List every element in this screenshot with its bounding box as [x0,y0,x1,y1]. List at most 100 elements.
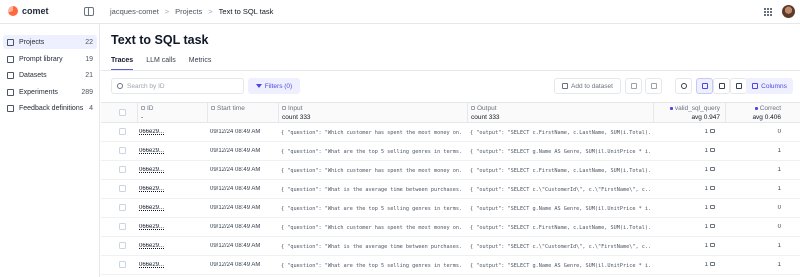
search-placeholder: Search by ID [127,82,165,90]
valid-sql-score-cell[interactable]: 1 [681,167,715,173]
valid-sql-score-cell[interactable]: 1 [681,205,715,211]
header-input-label: Input [288,105,303,112]
input-cell: { "question": "What is the average time … [281,187,463,193]
input-cell: { "question": "What are the top 5 sellin… [281,149,463,155]
tab-llm-calls[interactable]: LLM calls [146,57,176,70]
table-row[interactable]: 066e29... 09/12/24 08:49 AM { "question": … [101,199,800,218]
correct-score-cell: 1 [777,148,781,154]
valid-sql-score-cell[interactable]: 1 [681,243,715,249]
time-type-icon [211,106,215,111]
table-row[interactable]: 066e29... 09/12/24 08:49 AM { "question": … [101,180,800,199]
sidebar-item-count: 19 [85,55,93,63]
valid-sql-score-cell[interactable]: 1 [681,129,715,135]
sidebar-item-datasets[interactable]: Datasets 21 [3,68,97,82]
trace-id-link[interactable]: 066e29... [139,167,201,173]
add-to-dataset-button[interactable]: Add to dataset [554,78,621,94]
valid-sql-score-cell[interactable]: 1 [681,186,715,192]
feedback-comment-icon [710,243,715,248]
refresh-icon [680,83,687,89]
search-input[interactable]: Search by ID [111,78,244,94]
table-row[interactable]: 066e29... 09/12/24 08:49 AM { "question": … [101,161,800,180]
sidebar-item-feedback-definitions[interactable]: Feedback definitions 4 [3,101,97,115]
table-row[interactable]: 066e29... 09/12/24 08:49 AM { "question": … [101,237,800,256]
feedback-comment-icon [710,224,715,229]
trace-id-link[interactable]: 066e29... [139,148,201,154]
sidebar-item-label: Feedback definitions [19,104,84,112]
row-checkbox[interactable] [119,204,126,211]
trash-icon [650,83,657,89]
valid-sql-score-cell[interactable]: 1 [681,148,715,154]
header-correct-sub: avg 0.406 [752,114,781,121]
row-checkbox[interactable] [119,185,126,192]
sidebar-item-projects[interactable]: Projects 22 [3,35,97,49]
header-id-sub: - [141,114,144,121]
score-dot-icon [754,106,758,110]
valid-sql-score: 1 [704,224,708,230]
row-checkbox[interactable] [119,147,126,154]
filters-button[interactable]: Filters (0) [248,78,300,94]
sidebar: Projects 22 Prompt library 19 Datasets 2… [0,24,100,277]
start-time-cell: 09/12/24 08:49 AM [210,186,261,192]
delete-button[interactable] [645,78,662,94]
valid-sql-score: 1 [704,148,708,154]
row-checkbox[interactable] [119,128,126,135]
valid-sql-score-cell[interactable]: 1 [681,262,715,268]
start-time-cell: 09/12/24 08:49 AM [210,224,261,230]
trace-id-link[interactable]: 066e29... [139,243,201,249]
header-start-time[interactable]: Start time [211,105,245,112]
tabs: Traces LLM calls Metrics [111,57,211,70]
correct-score-cell: 0 [777,224,781,230]
sidebar-item-experiments[interactable]: Experiments 289 [3,85,97,99]
columns-button[interactable]: Columns [746,78,793,94]
valid-sql-score: 1 [704,129,708,135]
datasets-icon [7,71,14,79]
user-avatar[interactable] [782,5,795,18]
apps-grid-icon[interactable] [764,8,772,16]
search-icon [117,83,123,89]
trace-id-link[interactable]: 066e29... [139,224,201,230]
feedback-comment-icon [710,148,715,153]
header-id[interactable]: ID - [141,105,154,121]
table-row[interactable]: 066e29... 09/12/24 08:49 AM { "question": … [101,123,800,142]
table-row[interactable]: 066e29... 09/12/24 08:49 AM { "question": … [101,256,800,275]
valid-sql-score: 1 [704,186,708,192]
header-input[interactable]: Input count 333 [282,105,311,121]
table-body: 066e29... 09/12/24 08:49 AM { "question": … [101,123,800,275]
header-output[interactable]: Output count 333 [471,105,500,121]
row-height-large-button[interactable] [730,78,747,94]
trace-id-link[interactable]: 066e29... [139,186,201,192]
sidebar-item-prompt-library[interactable]: Prompt library 19 [3,52,97,66]
trace-id-link[interactable]: 066e29... [139,205,201,211]
select-all-checkbox[interactable] [119,109,126,116]
start-time-cell: 09/12/24 08:49 AM [210,262,261,268]
columns-label: Columns [761,82,787,90]
trace-id-link[interactable]: 066e29... [139,262,201,268]
row-height-compact-button[interactable] [696,78,713,94]
download-button[interactable] [625,78,642,94]
header-correct[interactable]: Correct avg 0.406 [729,105,781,121]
tab-metrics[interactable]: Metrics [189,57,212,70]
breadcrumb-separator: > [164,7,170,16]
row-checkbox[interactable] [119,242,126,249]
header-valid-sql-query[interactable]: valid_sql_query avg 0.947 [657,105,720,121]
trace-id-link[interactable]: 066e29... [139,129,201,135]
brand-logo[interactable]: comet [8,6,49,16]
row-checkbox[interactable] [119,261,126,268]
row-height-medium-button[interactable] [713,78,730,94]
valid-sql-score-cell[interactable]: 1 [681,224,715,230]
sidebar-item-count: 4 [89,104,93,112]
row-checkbox[interactable] [119,166,126,173]
tab-traces[interactable]: Traces [111,57,134,70]
sidebar-item-count: 21 [85,71,93,79]
row-checkbox[interactable] [119,223,126,230]
table-row[interactable]: 066e29... 09/12/24 08:49 AM { "question": … [101,218,800,237]
sidebar-toggle-icon[interactable] [84,7,94,16]
refresh-button[interactable] [675,78,692,94]
breadcrumb-projects[interactable]: Projects [175,7,202,16]
input-cell: { "question": "Which customer has spent … [281,225,463,231]
breadcrumb-workspace[interactable]: jacques-comet [110,7,159,16]
sidebar-item-label: Prompt library [19,55,63,63]
table-row[interactable]: 066e29... 09/12/24 08:49 AM { "question": … [101,142,800,161]
valid-sql-score: 1 [704,167,708,173]
output-cell: { "output": "SELECT g.Name AS Genre, SUM… [470,263,650,269]
